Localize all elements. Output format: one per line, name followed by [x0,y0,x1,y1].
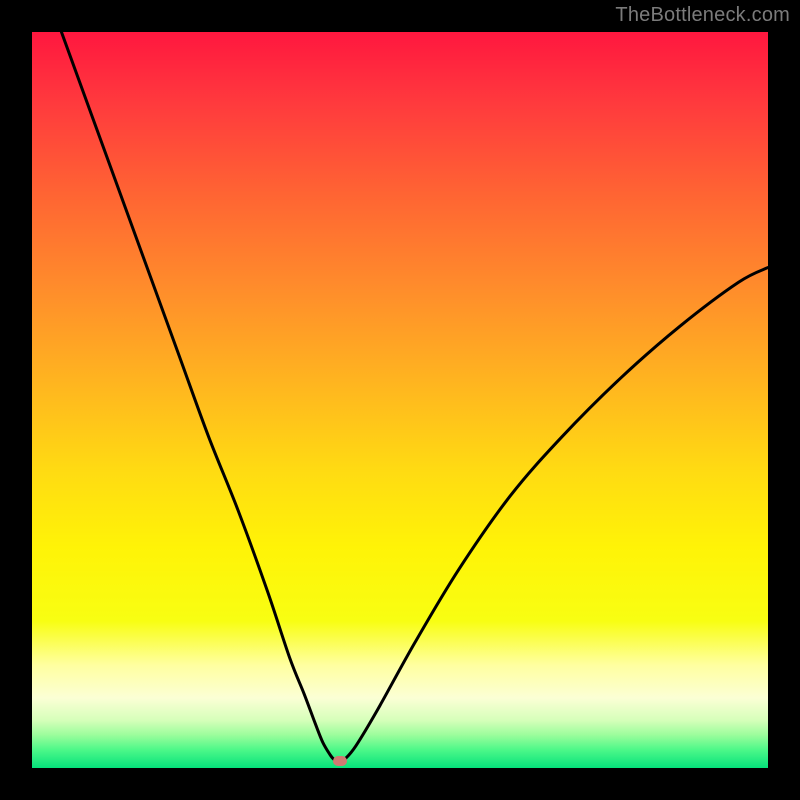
gradient-background [32,32,768,768]
attribution-label: TheBottleneck.com [615,4,790,27]
plot-svg [32,32,768,768]
optimal-point-marker [333,756,347,766]
plot-area [32,32,768,768]
chart-frame: TheBottleneck.com [0,0,800,800]
